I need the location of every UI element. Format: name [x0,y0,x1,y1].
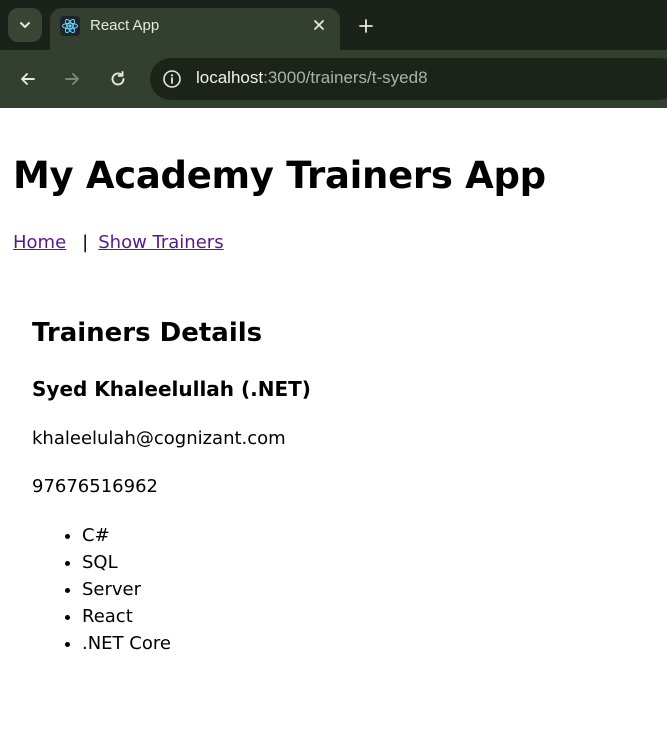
chevron-down-icon [20,22,30,28]
address-bar[interactable]: localhost:3000/trainers/t-syed8 [150,58,667,100]
home-link[interactable]: Home [13,232,66,253]
details-heading: Trainers Details [32,318,263,348]
back-button[interactable] [14,65,42,93]
nav-separator: | [82,232,89,253]
skill-item: .NET Core [82,630,632,657]
new-tab-button[interactable] [352,12,380,40]
trainer-name: Syed Khaleelullah (.NET) [32,377,311,401]
browser-chrome: React App localhost:3000/trainers/t-syed… [0,0,667,108]
browser-toolbar: localhost:3000/trainers/t-syed8 [0,50,667,108]
tab-close-button[interactable] [308,14,330,36]
url-text[interactable]: localhost:3000/trainers/t-syed8 [196,68,428,88]
arrow-right-icon [65,73,79,85]
info-icon [163,70,181,88]
reload-button[interactable] [104,65,132,93]
skill-item: SQL [82,549,632,576]
arrow-left-icon [21,73,35,85]
tab-strip: React App [0,0,667,50]
plus-icon [359,19,373,33]
skill-item: Server [82,576,632,603]
nav-links: Home | Show Trainers [13,232,224,253]
url-path: :3000/trainers/t-syed8 [263,68,428,87]
trainer-email: khaleelulah@cognizant.com [32,428,286,449]
tab-title: React App [90,17,160,34]
trainer-phone: 97676516962 [32,476,158,497]
react-logo-icon [60,16,80,36]
close-icon [314,20,324,30]
tab-search-button[interactable] [8,8,42,42]
forward-button[interactable] [58,65,86,93]
skills-list: C# SQL Server React .NET Core [82,522,632,657]
show-trainers-link[interactable]: Show Trainers [98,232,223,253]
skill-item: C# [82,522,632,549]
app-title: My Academy Trainers App [13,154,546,197]
browser-tab-active[interactable]: React App [50,8,340,50]
skill-item: React [82,603,632,630]
url-host: localhost [196,68,264,87]
reload-icon [111,71,125,86]
page-content: My Academy Trainers App Home | Show Traine… [0,108,667,738]
trainer-details: Trainers Details Syed Khaleelullah (.NET… [32,316,632,657]
site-info-button[interactable] [160,67,184,91]
